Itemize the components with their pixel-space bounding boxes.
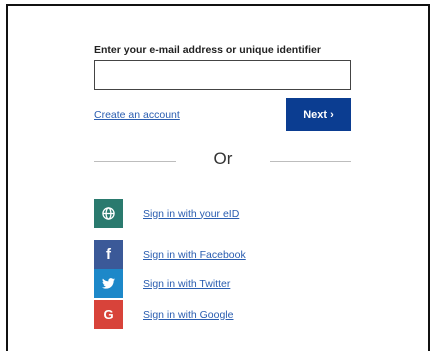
login-panel-frame	[6, 4, 430, 351]
facebook-signin-link[interactable]: Sign in with Facebook	[143, 249, 246, 261]
twitter-icon	[94, 269, 123, 298]
twitter-signin-row[interactable]: Sign in with Twitter	[94, 269, 230, 298]
next-button[interactable]: Next ›	[286, 98, 351, 131]
divider-left	[94, 161, 176, 162]
google-icon: G	[94, 300, 123, 329]
eid-signin-link[interactable]: Sign in with your eID	[143, 208, 239, 220]
facebook-icon: f	[94, 240, 123, 269]
eid-signin-row[interactable]: Sign in with your eID	[94, 199, 239, 228]
twitter-signin-link[interactable]: Sign in with Twitter	[143, 278, 230, 290]
google-signin-row[interactable]: G Sign in with Google	[94, 300, 233, 329]
google-signin-link[interactable]: Sign in with Google	[143, 309, 233, 321]
email-field[interactable]	[94, 60, 351, 90]
globe-icon	[94, 199, 123, 228]
or-separator: Or	[213, 149, 233, 168]
divider-right	[270, 161, 351, 162]
create-account-link[interactable]: Create an account	[94, 109, 180, 121]
email-field-label: Enter your e-mail address or unique iden…	[94, 44, 321, 56]
facebook-signin-row[interactable]: f Sign in with Facebook	[94, 240, 246, 269]
